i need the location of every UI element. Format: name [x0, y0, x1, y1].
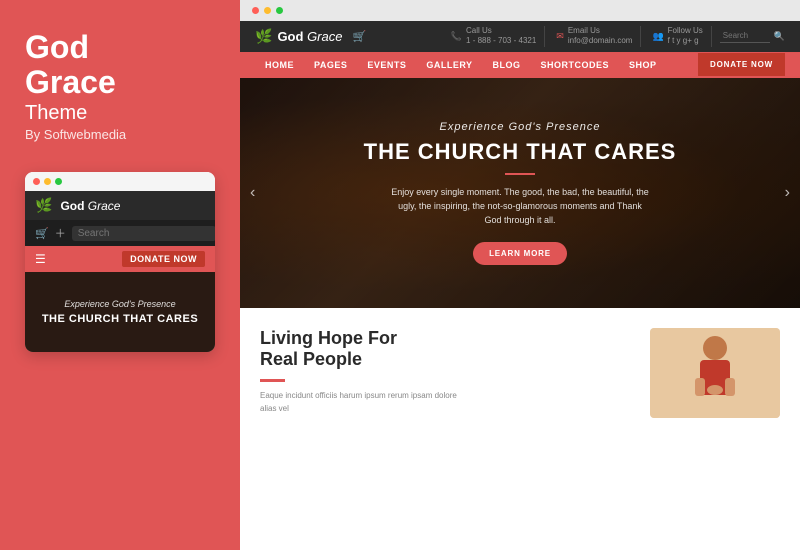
- topbar-email: ✉ Email Us info@domain.com: [548, 26, 641, 47]
- mobile-titlebar: [25, 172, 215, 191]
- mobile-hero: Experience God's Presence THE CHURCH THA…: [25, 272, 215, 352]
- mobile-preview: 🌿 God Grace 🛒 ＋ 🔍 ☰ DONATE NOW Experienc…: [25, 172, 215, 352]
- hero-content: Experience God's Presence THE CHURCH THA…: [364, 121, 677, 265]
- browser-dot-yellow: [264, 7, 271, 14]
- nav-pages[interactable]: PAGES: [304, 52, 357, 78]
- hero-divider: [505, 173, 535, 175]
- mobile-nav: 🌿 God Grace: [25, 191, 215, 220]
- dot-red: [33, 178, 40, 185]
- browser-titlebar: [240, 0, 800, 21]
- bottom-divider: [260, 379, 285, 382]
- mobile-hero-title: THE CHURCH THAT CARES: [35, 313, 205, 325]
- site-cart-icon[interactable]: 🛒: [352, 30, 366, 43]
- nav-gallery[interactable]: GALLERY: [416, 52, 482, 78]
- bottom-title: Living Hope For Real People: [260, 328, 630, 371]
- mobile-logo-icon: 🌿: [35, 197, 52, 214]
- topbar-search-input[interactable]: [720, 30, 770, 43]
- hero-title: THE CHURCH THAT CARES: [364, 139, 677, 165]
- bottom-description: Eaque incidunt officiis harum ipsum reru…: [260, 390, 460, 416]
- nav-shortcodes[interactable]: SHORTCODES: [531, 52, 620, 78]
- browser-dot-red: [252, 7, 259, 14]
- mobile-logo-text: God Grace: [60, 199, 120, 213]
- theme-title: God Grace: [25, 30, 215, 100]
- bottom-text: Living Hope For Real People Eaque incidu…: [260, 328, 630, 418]
- social-icon: 👥: [652, 31, 663, 42]
- mobile-cart-icon: 🛒: [35, 227, 49, 240]
- topbar-search-icon[interactable]: 🔍: [774, 31, 785, 42]
- site-logo: 🌿 God Grace 🛒: [255, 28, 366, 45]
- site-logo-text: God Grace: [277, 29, 342, 44]
- site-navbar: HOME PAGES EVENTS GALLERY BLOG SHORTCODE…: [240, 52, 800, 78]
- mobile-search-input[interactable]: [72, 226, 215, 241]
- left-panel: God Grace Theme By Softwebmedia 🌿 God Gr…: [0, 0, 240, 550]
- bottom-image: [650, 328, 780, 418]
- desktop-preview: 🌿 God Grace 🛒 📞 Call Us 1 - 888 - 703 - …: [240, 21, 800, 550]
- topbar-search: 🔍: [720, 30, 785, 43]
- hero-next-arrow[interactable]: ›: [785, 184, 790, 202]
- mobile-hero-subtitle: Experience God's Presence: [35, 299, 205, 309]
- hero-prev-arrow[interactable]: ‹: [250, 184, 255, 202]
- hero-subtitle: Experience God's Presence: [364, 121, 677, 133]
- email-icon: ✉: [556, 31, 564, 42]
- site-hero: ‹ Experience God's Presence THE CHURCH T…: [240, 78, 800, 308]
- right-panel: 🌿 God Grace 🛒 📞 Call Us 1 - 888 - 703 - …: [240, 0, 800, 550]
- mobile-donate-button[interactable]: DONATE NOW: [122, 251, 205, 267]
- browser-dot-green: [276, 7, 283, 14]
- site-bottom: Living Hope For Real People Eaque incidu…: [240, 308, 800, 433]
- topbar-contact: 📞 Call Us 1 - 888 - 703 - 4321 ✉ Email U…: [443, 26, 785, 47]
- hero-learn-more-button[interactable]: LEARN MORE: [473, 242, 567, 265]
- topbar-follow: 👥 Follow Us f t y g+ g: [644, 26, 711, 47]
- nav-shop[interactable]: SHOP: [619, 52, 667, 78]
- theme-by: By Softwebmedia: [25, 127, 215, 142]
- site-logo-icon: 🌿: [255, 28, 272, 45]
- mobile-plus-icon: ＋: [55, 225, 66, 241]
- dot-yellow: [44, 178, 51, 185]
- mobile-hamburger-icon[interactable]: ☰: [35, 252, 46, 266]
- mobile-menu-bar: ☰ DONATE NOW: [25, 246, 215, 272]
- nav-blog[interactable]: BLOG: [483, 52, 531, 78]
- site-topbar: 🌿 God Grace 🛒 📞 Call Us 1 - 888 - 703 - …: [240, 21, 800, 52]
- nav-events[interactable]: EVENTS: [357, 52, 416, 78]
- nav-donate-button[interactable]: DONATE NOW: [698, 53, 785, 76]
- topbar-phone: 📞 Call Us 1 - 888 - 703 - 4321: [443, 26, 546, 47]
- person-svg: [650, 328, 780, 418]
- dot-green: [55, 178, 62, 185]
- theme-subtitle: Theme: [25, 102, 215, 125]
- mobile-search-bar: 🛒 ＋ 🔍: [25, 220, 215, 246]
- phone-icon: 📞: [451, 31, 462, 42]
- nav-home[interactable]: HOME: [255, 52, 304, 78]
- hero-description: Enjoy every single moment. The good, the…: [390, 185, 650, 228]
